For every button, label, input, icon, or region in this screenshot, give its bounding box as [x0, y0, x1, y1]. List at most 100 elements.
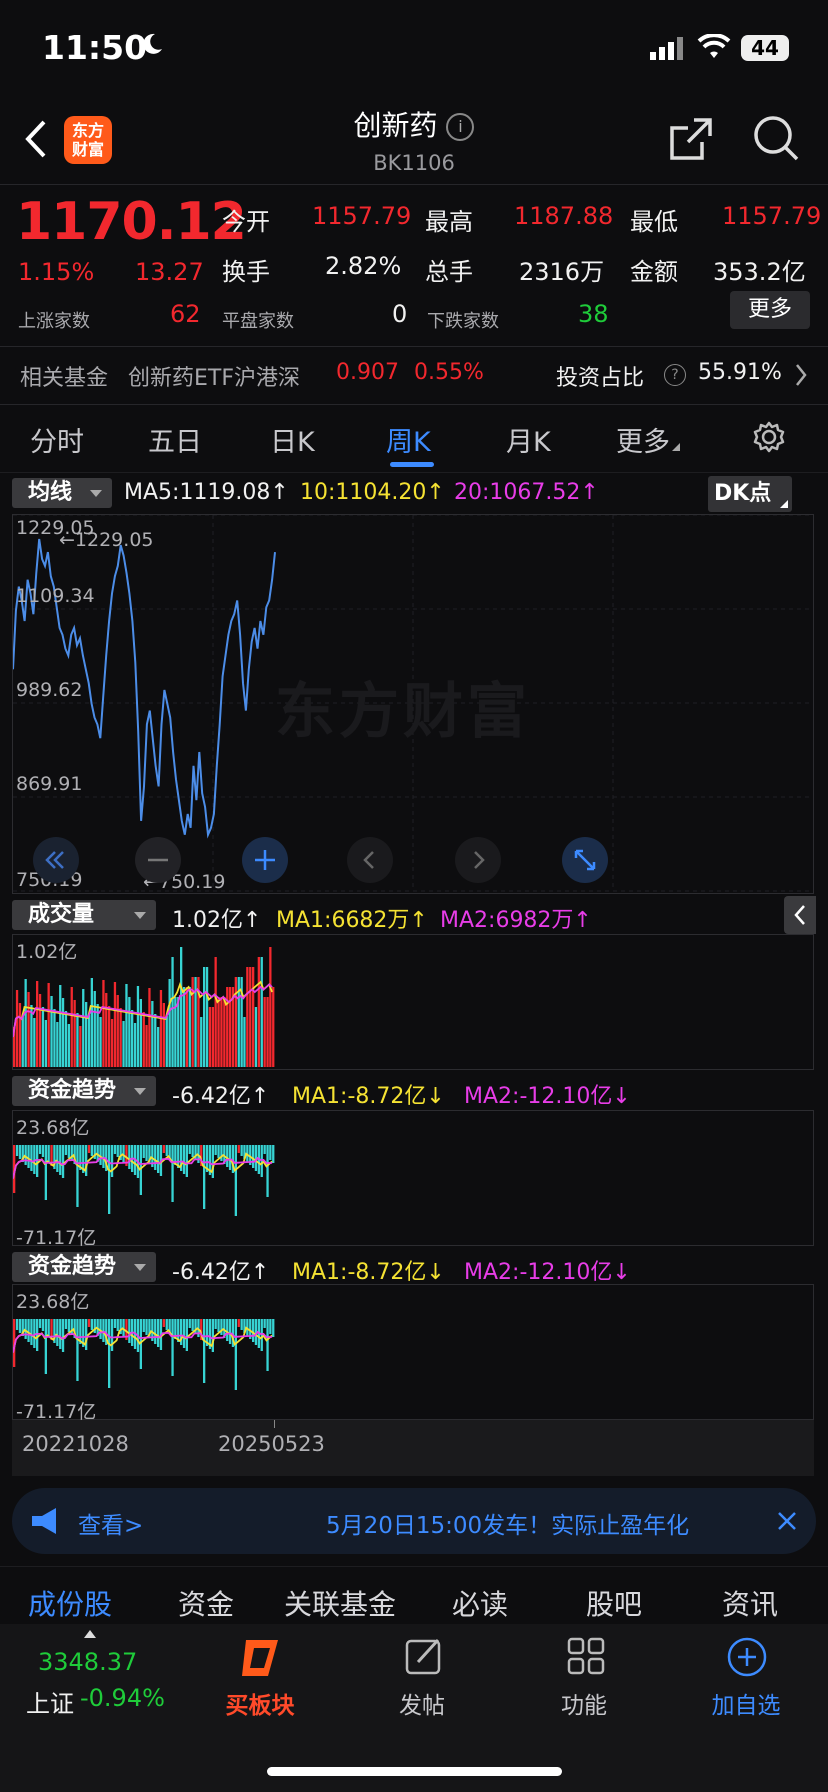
bar	[41, 1319, 45, 1331]
bar	[67, 1024, 70, 1067]
tab-must-read[interactable]: 必读	[452, 1583, 508, 1623]
nav-post[interactable]: 发帖	[372, 1686, 472, 1720]
nav-buy-sector[interactable]: 买板块	[210, 1686, 310, 1720]
dk-point-button[interactable]: DK点	[708, 476, 792, 512]
high-label: 最高	[425, 208, 473, 236]
step-back-button[interactable]	[347, 837, 393, 883]
volume-label: 总手	[425, 258, 473, 286]
indicator-select-ma[interactable]: 均线	[12, 478, 112, 508]
ma20-label: 20:1067.52↑	[454, 480, 599, 505]
index-value[interactable]: 3348.37	[38, 1648, 137, 1676]
flow1-ma2: MA2:-12.10亿↓	[464, 1084, 631, 1109]
bar	[191, 1319, 194, 1331]
indicator-select-flow-1[interactable]: 资金趋势	[12, 1076, 156, 1106]
collapse-panel-button[interactable]	[784, 896, 816, 934]
bar	[73, 1000, 76, 1067]
banner-view-link[interactable]: 查看>	[78, 1506, 143, 1540]
bar	[220, 1319, 223, 1335]
bar	[260, 957, 263, 1067]
tab-news[interactable]: 资讯	[722, 1583, 778, 1623]
bar	[142, 1319, 145, 1332]
zoom-out-button[interactable]	[135, 837, 181, 883]
bar	[246, 967, 249, 1067]
bar	[252, 967, 255, 1067]
bar	[257, 957, 260, 1067]
bar	[50, 996, 53, 1067]
promo-banner[interactable]: 查看> 5月20日15:00发车！实际止盈年化	[12, 1488, 816, 1554]
active-tab-indicator	[390, 462, 434, 467]
help-icon[interactable]: ?	[664, 364, 686, 386]
volume-ma1: MA1:6682万↑	[276, 908, 428, 933]
zoom-in-button[interactable]	[242, 837, 288, 883]
volume-chart-panel[interactable]: 1.02亿	[12, 934, 814, 1070]
settings-icon[interactable]	[752, 420, 786, 458]
y-tick-4: 869.91	[16, 773, 83, 795]
bar	[76, 1319, 79, 1381]
bar	[113, 1319, 117, 1328]
search-icon[interactable]	[752, 114, 800, 166]
bar	[157, 1027, 160, 1067]
tab-month-k[interactable]: 月K	[506, 420, 551, 459]
kline-chart-panel[interactable]: 东方财富 1229.05 1109.34 989.62 869.91 750.1…	[12, 514, 814, 894]
flow-chart-panel-1[interactable]: 23.68亿 -71.17亿	[12, 1110, 814, 1249]
bar	[102, 1319, 105, 1342]
y-tick-2: 1109.34	[16, 585, 95, 607]
info-icon[interactable]: i	[446, 113, 475, 141]
bar	[157, 1145, 160, 1173]
flow2-ma2: MA2:-12.10亿↓	[464, 1260, 631, 1285]
fund-percent: 0.55%	[414, 360, 484, 385]
bar	[185, 1145, 188, 1177]
bar	[105, 993, 108, 1067]
high-value: 1187.88	[514, 202, 614, 230]
rewind-button[interactable]	[33, 837, 79, 883]
bar	[217, 1145, 220, 1158]
indicator-select-flow-2[interactable]: 资金趋势	[12, 1252, 156, 1282]
more-button[interactable]: 更多	[730, 291, 810, 329]
bar	[47, 1319, 50, 1337]
nav-functions[interactable]: 功能	[534, 1686, 634, 1720]
bar	[18, 1003, 22, 1067]
bar	[30, 1145, 33, 1171]
amount-label: 金额	[630, 258, 678, 286]
bar	[191, 1145, 194, 1157]
related-fund-row[interactable]: 相关基金 创新药ETF沪港深 0.907 0.55% 投资占比 ? 55.91%	[0, 356, 828, 396]
up-count: 62	[170, 300, 201, 328]
tab-intraday[interactable]: 分时	[30, 420, 84, 459]
indicator-select-volume[interactable]: 成交量	[12, 900, 156, 930]
close-icon[interactable]	[774, 1508, 800, 1538]
tab-five-day[interactable]: 五日	[148, 420, 202, 459]
flow-chart-panel-2[interactable]: 23.68亿 -71.17亿	[12, 1284, 814, 1423]
tab-constituents[interactable]: 成份股	[28, 1583, 112, 1623]
banner-text: 5月20日15:00发车！实际止盈年化	[326, 1513, 690, 1539]
tab-related-funds[interactable]: 关联基金	[284, 1583, 396, 1623]
bar	[102, 1145, 105, 1168]
share-icon[interactable]	[668, 116, 714, 166]
bar	[151, 1001, 154, 1067]
bar	[182, 1319, 186, 1348]
flow2-ma1: MA1:-8.72亿↓	[292, 1260, 445, 1285]
bar	[27, 992, 30, 1067]
bar	[220, 997, 223, 1067]
bar	[240, 1319, 243, 1330]
bar	[87, 1015, 91, 1067]
bar	[260, 1145, 263, 1177]
flow1-bottom-label: -71.17亿	[16, 1227, 97, 1249]
tab-day-k[interactable]: 日K	[270, 420, 315, 459]
tab-forum[interactable]: 股吧	[586, 1583, 642, 1623]
bar	[188, 987, 191, 1067]
bar	[56, 1022, 59, 1067]
tab-capital[interactable]: 资金	[178, 1583, 234, 1623]
bar	[165, 1319, 168, 1330]
fullscreen-button[interactable]	[562, 837, 608, 883]
ma10-label: 10:1104.20↑	[300, 480, 445, 505]
bar	[110, 1319, 114, 1351]
bar	[214, 1319, 217, 1329]
tab-more[interactable]: 更多	[616, 420, 680, 459]
step-forward-button[interactable]	[455, 837, 501, 883]
bar	[59, 1145, 62, 1175]
nav-add-watchlist[interactable]: 加自选	[696, 1686, 796, 1720]
bar	[182, 987, 186, 1067]
bar	[234, 1145, 237, 1216]
chevron-right-icon	[794, 362, 808, 394]
tab-week-k[interactable]: 周K	[386, 420, 431, 459]
